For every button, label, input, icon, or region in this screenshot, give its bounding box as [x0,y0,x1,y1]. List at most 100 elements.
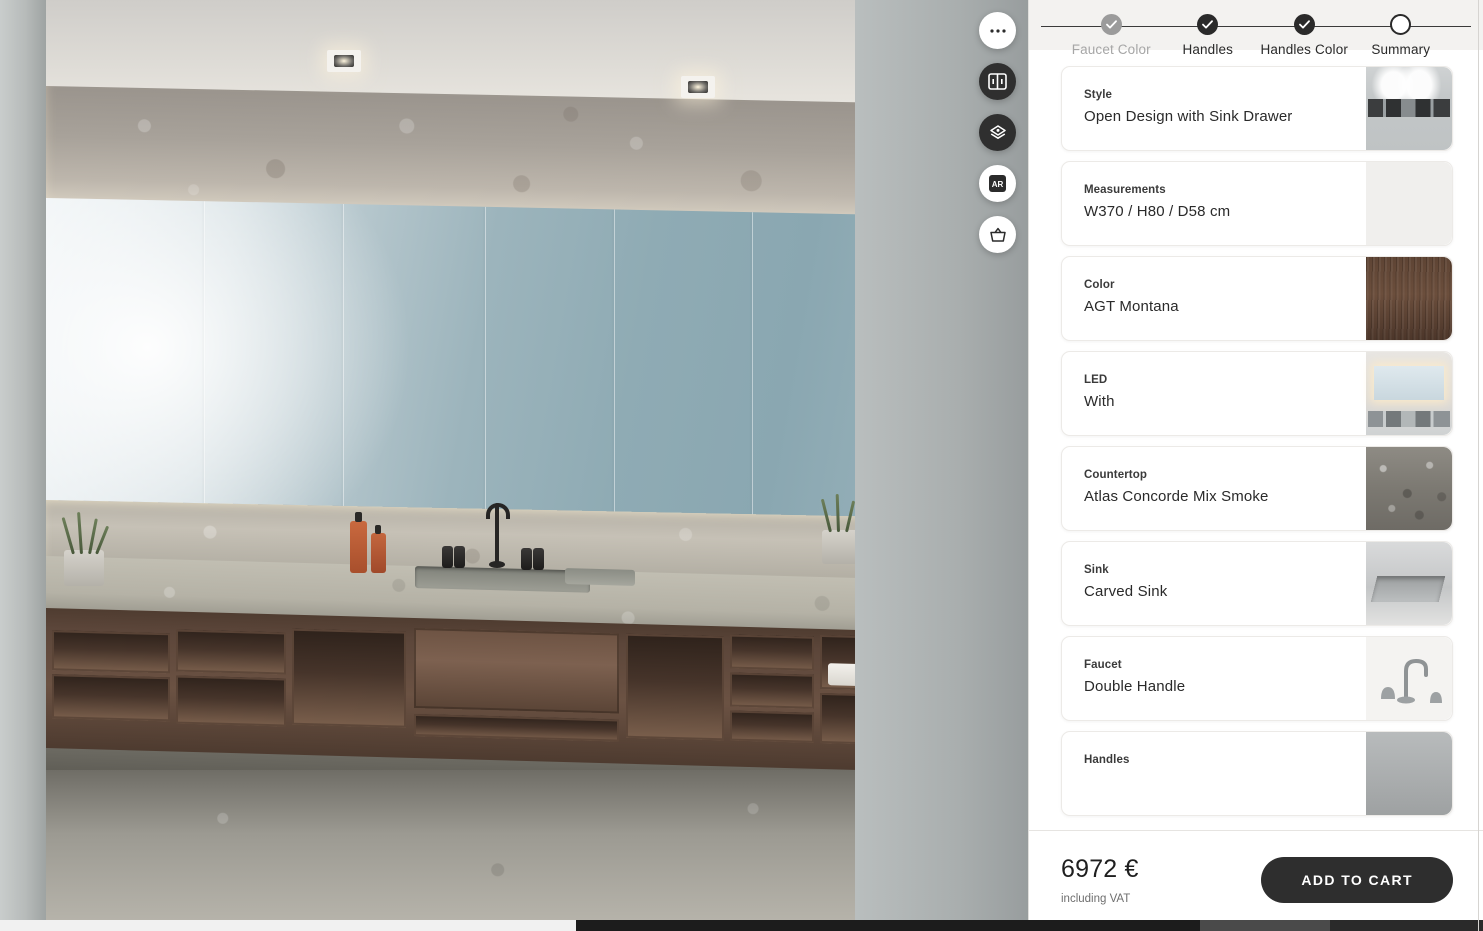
scrollbar-segment [1330,920,1483,931]
faucet-handle [442,546,453,568]
ellipsis-icon [989,28,1007,34]
plant-left [64,550,104,586]
materials-button[interactable] [979,114,1016,151]
step-check-icon [1293,14,1315,35]
sink-basin-secondary [565,568,635,586]
stepper-step-label: Handles [1182,42,1234,57]
sink-thumbnail [1366,542,1452,625]
step-current-indicator [1390,14,1412,35]
basket-icon [988,226,1008,244]
bathroom-scene [0,0,1028,931]
summary-item-label: Faucet [1084,659,1122,671]
faucet-handle [521,548,532,570]
stepper-step-label: Faucet Color [1071,42,1151,57]
total-price: 6972 € [1061,855,1139,883]
countertop-thumbnail [1366,447,1452,530]
summary-item-text: Handles [1062,732,1366,815]
mirror-pane-divider [204,201,205,520]
style-thumbnail [1366,67,1452,150]
split-view-icon [988,73,1007,90]
horizontal-scrollbar[interactable] [0,920,1483,931]
faucet-thumbnail [1366,637,1452,720]
color-thumbnail [1366,257,1452,340]
mirror-pane-divider [614,209,615,528]
stepper-step-label: Summary [1371,42,1431,57]
scrollbar-segment [1200,920,1330,931]
summary-item-value: W370 / H80 / D58 cm [1084,203,1231,220]
compare-view-button[interactable] [979,63,1016,100]
price-vat-note: including VAT [1061,893,1131,905]
svg-text:AR: AR [992,180,1004,189]
measurements-thumbnail [1366,162,1452,245]
stepper-step-handles-color[interactable]: Handles Color [1256,14,1353,57]
summary-item-value: Carved Sink [1084,583,1168,600]
mirror-pane-divider [485,206,486,525]
summary-item-label: LED [1084,374,1108,386]
ar-view-button[interactable]: AR [979,165,1016,202]
step-check-icon [1100,14,1122,35]
summary-item-label: Style [1084,89,1112,101]
summary-item-style[interactable]: Style Open Design with Sink Drawer [1061,66,1453,151]
cart-button[interactable] [979,216,1016,253]
faucet-illustration [1381,658,1442,704]
ar-icon: AR [988,174,1007,193]
summary-item-text: Color AGT Montana [1062,257,1366,340]
summary-item-measurements[interactable]: Measurements W370 / H80 / D58 cm [1061,161,1453,246]
stepper-steps: Faucet Color Handles Handles Color Summa… [1035,14,1477,57]
left-wall-column [0,0,46,931]
handles-thumbnail [1366,732,1452,815]
summary-item-label: Color [1084,279,1115,291]
add-to-cart-button[interactable]: ADD TO CART [1261,857,1453,903]
summary-item-label: Sink [1084,564,1109,576]
summary-item-value: With [1084,393,1115,410]
price-block: 6972 € including VAT [1061,855,1139,905]
faucet-fixture [484,503,510,568]
summary-item-label: Countertop [1084,469,1147,481]
summary-item-sink[interactable]: Sink Carved Sink [1061,541,1453,626]
stepper-step-label: Handles Color [1260,42,1348,57]
summary-item-handles[interactable]: Handles [1061,731,1453,816]
summary-item-value: Double Handle [1084,678,1186,695]
summary-item-text: Sink Carved Sink [1062,542,1366,625]
summary-item-value: AGT Montana [1084,298,1179,315]
mirror-glow [46,198,454,533]
stepper-track: Faucet Color Handles Handles Color Summa… [1035,14,1477,57]
led-thumbnail [1366,352,1452,435]
mirror-pane-divider [752,212,753,531]
more-options-button[interactable] [979,12,1016,49]
materials-icon [988,124,1008,142]
mirror-pane-divider [343,203,344,522]
window-edge-divider [1478,0,1479,931]
faucet-handle [533,548,544,570]
summary-item-text: Measurements W370 / H80 / D58 cm [1062,162,1366,245]
panel-footer: 6972 € including VAT ADD TO CART [1029,830,1483,931]
summary-item-text: Style Open Design with Sink Drawer [1062,67,1366,150]
soap-bottle [371,525,386,573]
summary-item-color[interactable]: Color AGT Montana [1061,256,1453,341]
summary-item-label: Handles [1084,754,1130,766]
summary-item-led[interactable]: LED With [1061,351,1453,436]
progress-stepper: Faucet Color Handles Handles Color Summa… [1029,0,1483,57]
summary-item-countertop[interactable]: Countertop Atlas Concorde Mix Smoke [1061,446,1453,531]
summary-item-text: LED With [1062,352,1366,435]
ceiling-spotlight [327,50,361,72]
mirror-cabinet [46,198,866,533]
step-check-icon [1197,14,1219,35]
summary-item-text: Countertop Atlas Concorde Mix Smoke [1062,447,1366,530]
stepper-step-handles[interactable]: Handles [1160,14,1257,57]
stepper-step-faucet-color[interactable]: Faucet Color [1063,14,1160,57]
summary-list[interactable]: Style Open Design with Sink Drawer Measu… [1029,50,1483,830]
faucet-handle [454,546,465,568]
sink-basin [415,566,590,593]
ceiling-spotlight [681,76,715,98]
summary-item-value: Atlas Concorde Mix Smoke [1084,488,1269,505]
summary-item-value: Open Design with Sink Drawer [1084,108,1293,125]
stepper-step-summary[interactable]: Summary [1353,14,1450,57]
configurator-panel: Faucet Color Handles Handles Color Summa… [1028,0,1483,931]
summary-item-label: Measurements [1084,184,1166,196]
configurator-app: AR Faucet Color Handles Handles Color Su… [0,0,1483,931]
horizontal-scrollbar-thumb[interactable] [0,920,576,931]
soap-bottle [350,512,367,573]
3d-viewer-canvas[interactable]: AR [0,0,1028,931]
summary-item-faucet[interactable]: Faucet Double Handle [1061,636,1453,721]
